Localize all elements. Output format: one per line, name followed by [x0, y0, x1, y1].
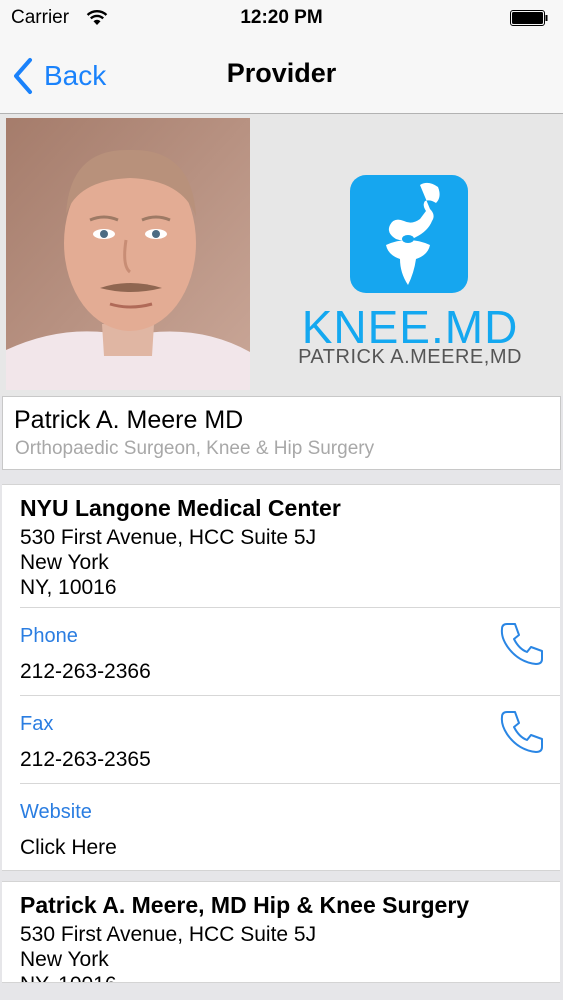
location-card: Patrick A. Meere, MD Hip & Knee Surgery …	[2, 881, 560, 983]
provider-photo	[6, 118, 250, 390]
provider-banner: KNEE.MD PATRICK A.MEERE,MD	[0, 114, 563, 396]
location-address: 530 First Avenue, HCC Suite 5J	[20, 526, 317, 549]
separator	[20, 695, 560, 696]
location-city: New York	[20, 551, 109, 574]
knee-md-logo	[350, 175, 468, 293]
location-state-zip: NY, 10016	[20, 576, 117, 599]
status-bar: Carrier 12:20 PM	[0, 0, 563, 38]
phone-number: 212-263-2366	[20, 660, 151, 683]
knee-logo-icon	[386, 182, 440, 285]
phone-icon[interactable]	[498, 707, 546, 755]
battery-icon	[510, 10, 548, 26]
location-name: NYU Langone Medical Center	[20, 495, 341, 521]
phone-icon[interactable]	[498, 619, 546, 667]
separator	[20, 783, 560, 784]
location-state-zip: NY, 10016	[20, 973, 117, 982]
location-card: NYU Langone Medical Center 530 First Ave…	[2, 484, 560, 871]
website-link[interactable]: Click Here	[20, 836, 117, 860]
location-address: 530 First Avenue, HCC Suite 5J	[20, 923, 317, 946]
provider-name-card: Patrick A. Meere MD Orthopaedic Surgeon,…	[2, 396, 561, 470]
separator	[20, 607, 560, 608]
navigation-bar: Back Provider	[0, 38, 563, 114]
website-label: Website	[20, 801, 92, 823]
clock: 12:20 PM	[240, 7, 323, 28]
provider-specialty: Orthopaedic Surgeon, Knee & Hip Surgery	[15, 438, 375, 459]
location-city: New York	[20, 948, 109, 971]
phone-label: Phone	[20, 625, 78, 647]
page-title: Provider	[226, 58, 337, 88]
fax-number: 212-263-2365	[20, 748, 151, 771]
provider-name: Patrick A. Meere MD	[14, 406, 244, 434]
location-name: Patrick A. Meere, MD Hip & Knee Surgery	[20, 892, 470, 918]
fax-label: Fax	[20, 713, 54, 735]
logo-subtitle: PATRICK A.MEERE,MD	[298, 346, 522, 368]
